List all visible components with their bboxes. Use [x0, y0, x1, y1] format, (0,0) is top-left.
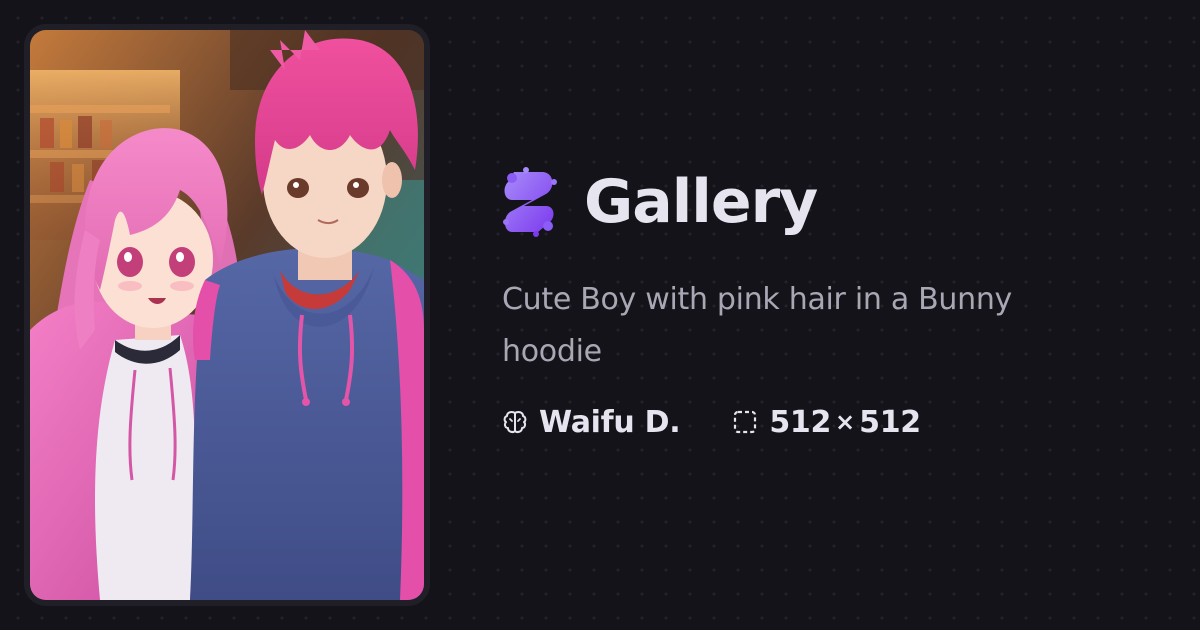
dimension-separator: ×	[835, 408, 856, 436]
model-info: Waifu D.	[502, 404, 681, 440]
model-name: Waifu D.	[539, 404, 681, 440]
brand-logo-icon[interactable]	[502, 166, 558, 238]
image-height: 512	[859, 404, 921, 440]
brain-icon	[503, 411, 527, 433]
image-meta: Waifu D. 512 × 512	[502, 402, 1142, 442]
image-width: 512	[769, 404, 832, 440]
image-caption: Cute Boy with pink hair in a Bunny hoodi…	[502, 282, 1013, 369]
dashed-frame-icon	[734, 410, 757, 434]
dimensions-info: 512 × 512	[732, 405, 921, 440]
image-card[interactable]	[24, 24, 430, 606]
image-details: Gallery Cute Boy with pink hair in a Bun…	[502, 160, 1142, 442]
brand-header: Gallery	[502, 160, 1142, 244]
generated-image[interactable]	[30, 30, 424, 600]
page-title: Gallery	[584, 167, 818, 237]
